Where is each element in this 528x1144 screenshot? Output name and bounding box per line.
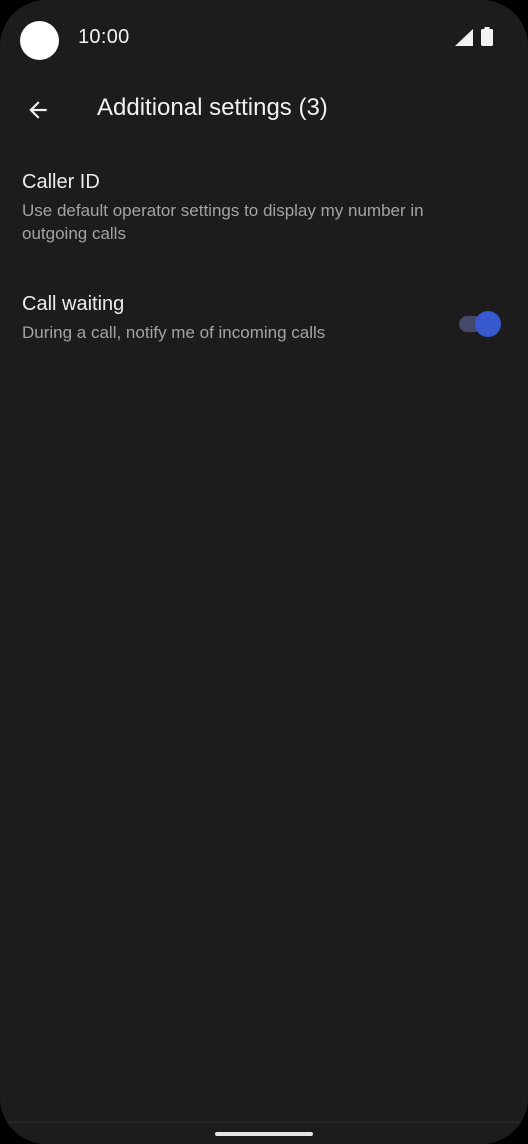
status-clock: 10:00: [78, 26, 130, 48]
caller-id-setting[interactable]: Caller ID Use default operator settings …: [0, 149, 528, 267]
arrow-back-icon: [29, 101, 47, 119]
call-waiting-toggle[interactable]: [458, 309, 504, 337]
setting-summary: During a call, notify me of incoming cal…: [22, 323, 326, 342]
phone-screen: 10:00 Additional settings (3) Caller ID …: [0, 0, 528, 1144]
page-title: Additional settings (3): [97, 94, 328, 121]
setting-title: Caller ID: [22, 171, 100, 193]
cellular-signal-icon: [455, 29, 473, 46]
setting-title: Call waiting: [22, 293, 125, 315]
navigation-bar-divider: [0, 1122, 528, 1123]
front-camera-cutout: [20, 21, 59, 60]
app-bar: Additional settings (3): [0, 78, 528, 148]
gesture-navigation-handle[interactable]: [215, 1132, 313, 1136]
battery-full-icon: [481, 27, 493, 46]
call-waiting-setting[interactable]: Call waiting During a call, notify me of…: [0, 268, 528, 368]
back-button[interactable]: [14, 86, 62, 134]
toggle-thumb: [475, 311, 501, 337]
status-bar: 10:00: [0, 0, 528, 78]
setting-summary: Use default operator settings to display…: [22, 201, 424, 243]
